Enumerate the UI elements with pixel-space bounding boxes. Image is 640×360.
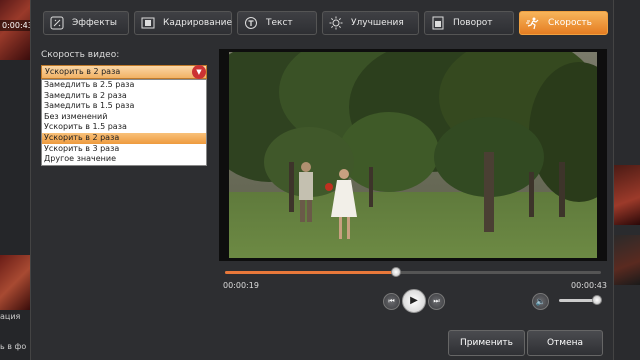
text-icon [244,16,258,30]
tab-bar: Эффекты Кадрирование Текст Улучшения Пов… [43,11,608,37]
speed-option[interactable]: Ускорить в 1.5 раза [42,122,206,133]
speed-label: Скорость видео: [41,50,120,60]
speed-select[interactable]: Ускорить в 2 раза ▼ [41,65,207,79]
rotate-icon [431,16,445,30]
background-label: ация [0,312,21,321]
speed-option[interactable]: Замедлить в 1.5 раза [42,101,206,112]
tab-label: Поворот [453,18,493,28]
tab-label: Эффекты [72,18,117,28]
speed-icon [526,16,540,30]
tab-label: Кадрирование [163,18,232,28]
cancel-button[interactable]: Отмена [527,330,603,356]
background-thumbnail [0,255,30,310]
speed-option[interactable]: Замедлить в 2 раза [42,91,206,102]
total-time: 00:00:43 [571,281,607,290]
background-label: ь в фо [0,342,27,351]
speed-option[interactable]: Без изменений [42,112,206,123]
speed-option[interactable]: Замедлить в 2.5 раза [42,80,206,91]
speed-option-highlighted[interactable]: Ускорить в 2 раза [42,132,206,144]
tab-effects[interactable]: Эффекты [43,11,129,35]
brightness-icon [329,16,343,30]
speed-option[interactable]: Ускорить в 3 раза [42,144,206,155]
tab-label: Улучшения [351,18,404,28]
background-thumbnail [612,235,640,285]
tab-label: Скорость [548,18,592,28]
chevron-down-icon[interactable]: ▼ [192,65,206,79]
seek-handle[interactable] [391,267,402,277]
effects-icon [50,16,64,30]
crop-icon [141,16,155,30]
volume-handle[interactable] [591,295,602,305]
play-icon[interactable]: ▶ [402,289,426,313]
seek-bar[interactable] [225,267,601,277]
video-preview [219,49,607,261]
seek-bar-progress [225,271,397,274]
speed-dropdown-list: Замедлить в 2.5 раза Замедлить в 2 раза … [41,79,207,166]
tab-crop[interactable]: Кадрирование [134,11,232,35]
apply-button[interactable]: Применить [448,330,525,356]
tab-text[interactable]: Текст [237,11,317,35]
edit-dialog: Эффекты Кадрирование Текст Улучшения Пов… [30,0,614,360]
previous-icon[interactable]: ⏮ [383,293,400,310]
current-time: 00:00:19 [223,281,259,290]
tab-speed[interactable]: Скорость [519,11,608,35]
volume-icon[interactable]: 🔈 [532,293,549,310]
tab-rotate[interactable]: Поворот [424,11,514,35]
next-icon[interactable]: ⏭ [428,293,445,310]
speed-option[interactable]: Другое значение [42,154,206,165]
background-thumbnail [612,165,640,225]
tab-label: Текст [266,18,293,28]
tab-enhance[interactable]: Улучшения [322,11,419,35]
speed-select-value: Ускорить в 2 раза [45,67,121,76]
video-frame [229,52,597,258]
video-frame-image [229,52,597,258]
